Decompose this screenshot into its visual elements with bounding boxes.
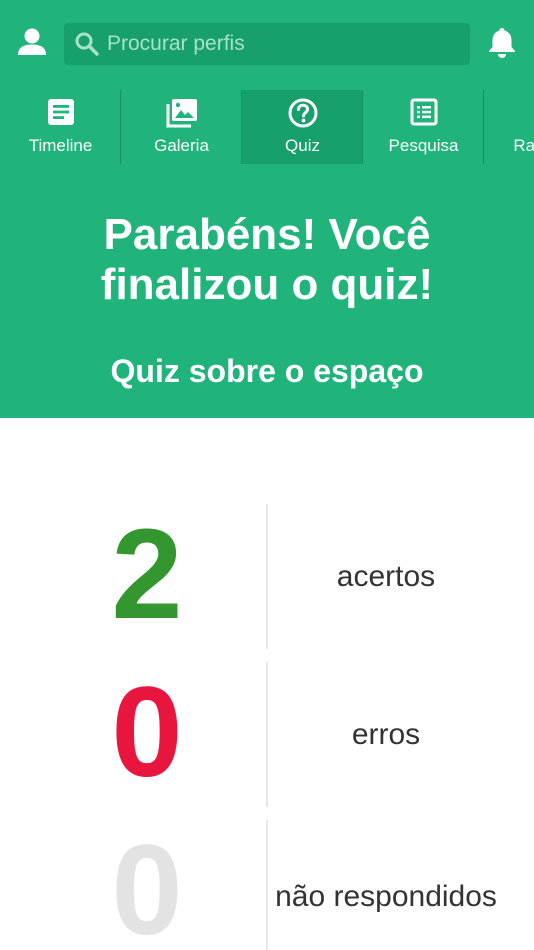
app-header: Timeline Galeria bbox=[0, 0, 534, 418]
gallery-icon bbox=[166, 99, 197, 128]
wrong-label: erros bbox=[351, 718, 421, 751]
wrong-count: 0 bbox=[111, 661, 183, 804]
profile-button[interactable] bbox=[12, 22, 52, 62]
bell-icon bbox=[489, 28, 515, 58]
tab-galeria[interactable]: Galeria bbox=[121, 90, 242, 164]
unanswered-count: 0 bbox=[111, 819, 183, 950]
tab-bar: Timeline Galeria Quiz Pesquisa Ra bbox=[0, 90, 534, 164]
tab-quiz[interactable]: Quiz bbox=[242, 90, 363, 164]
notifications-button[interactable] bbox=[482, 22, 522, 62]
tab-ranking[interactable]: Ranking bbox=[484, 90, 534, 164]
ranking-icon bbox=[530, 98, 534, 128]
search-box bbox=[64, 23, 470, 65]
tab-timeline-label: Timeline bbox=[28, 136, 93, 155]
unanswered-label: não respondidos bbox=[275, 880, 497, 913]
tab-pesquisa[interactable]: Pesquisa bbox=[363, 90, 484, 164]
result-row-correct: 2 acertos bbox=[0, 503, 534, 649]
search-input[interactable] bbox=[107, 23, 462, 65]
tab-galeria-label: Galeria bbox=[154, 136, 209, 155]
list-icon bbox=[410, 98, 437, 126]
result-row-unanswered: 0 não respondidos bbox=[0, 819, 534, 950]
search-icon bbox=[75, 32, 99, 56]
result-row-wrong: 0 erros bbox=[0, 661, 534, 807]
correct-count: 2 bbox=[111, 503, 183, 646]
user-icon bbox=[18, 28, 46, 55]
article-icon bbox=[47, 99, 74, 125]
quiz-name: Quiz sobre o espaço bbox=[110, 353, 424, 389]
tab-quiz-label: Quiz bbox=[285, 136, 320, 155]
tab-timeline[interactable]: Timeline bbox=[0, 90, 121, 164]
page-title: Parabéns! Você finalizou o quiz! bbox=[100, 210, 434, 309]
correct-label: acertos bbox=[336, 560, 436, 593]
tab-ranking-label: Ranking bbox=[513, 136, 534, 155]
top-bar bbox=[0, 0, 534, 90]
question-circle-icon bbox=[288, 98, 317, 128]
quiz-results: 2 acertos 0 erros 0 não respondidos bbox=[0, 418, 534, 950]
tab-pesquisa-label: Pesquisa bbox=[388, 136, 459, 155]
